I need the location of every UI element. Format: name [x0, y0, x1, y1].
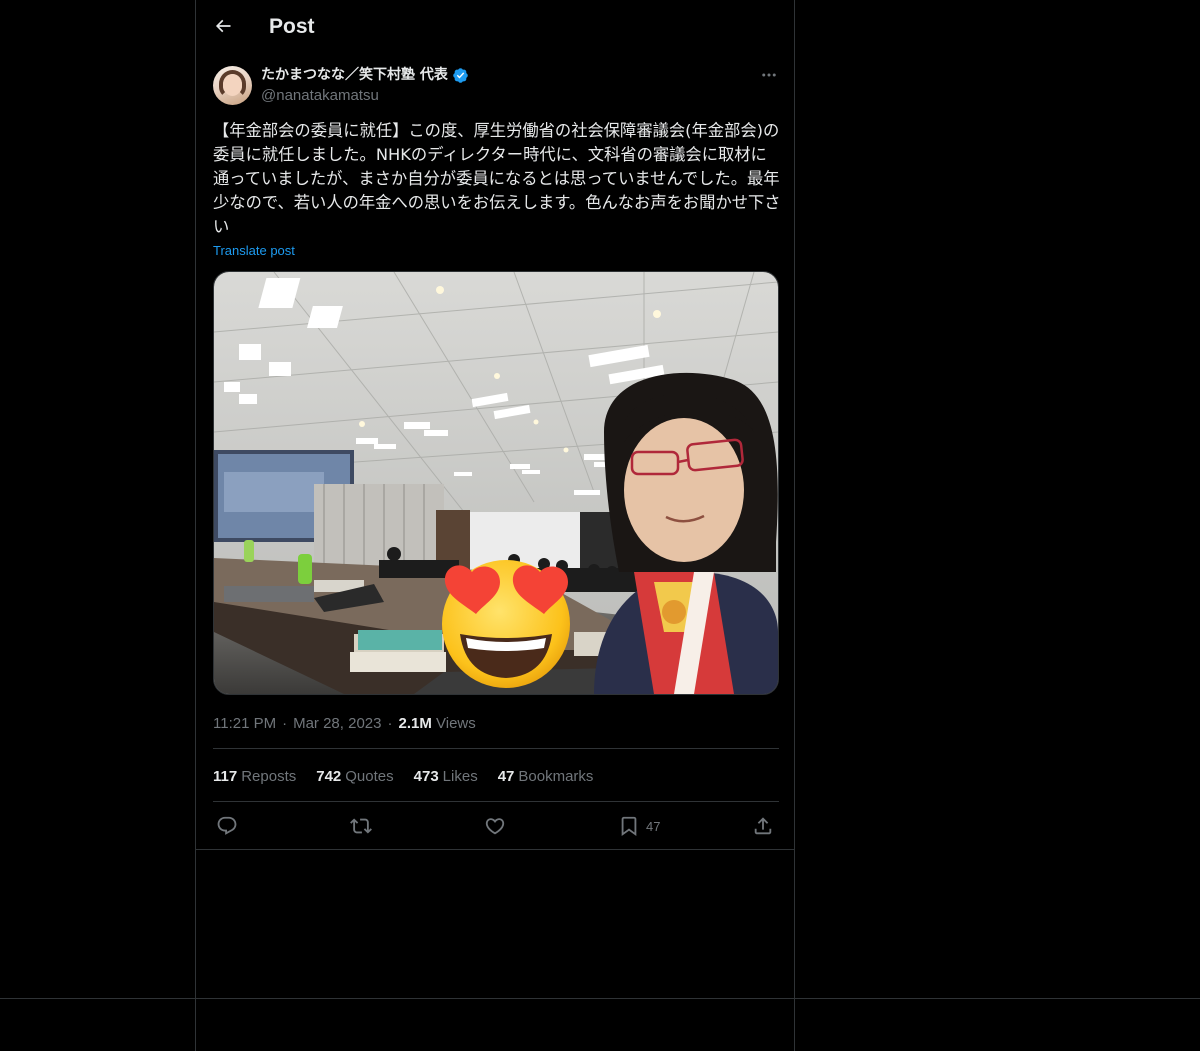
author-name[interactable]: たかまつなな／笑下村塾 代表: [261, 65, 448, 85]
author-handle[interactable]: @nanatakamatsu: [261, 87, 379, 105]
post-meta: 11:21 PM · Mar 28, 2023 · 2.1M Views: [213, 715, 476, 732]
reposts-stat[interactable]: 117 Reposts: [213, 767, 296, 787]
post-time[interactable]: 11:21 PM: [213, 715, 276, 732]
quotes-stat[interactable]: 742 Quotes: [316, 767, 393, 787]
likes-stat[interactable]: 473 Likes: [414, 767, 478, 787]
translate-post-link[interactable]: Translate post: [213, 243, 295, 258]
views-label: Views: [436, 715, 476, 732]
post-text: 【年金部会の委員に就任】この度、厚生労働省の社会保障審議会(年金部会)の委員に就…: [213, 121, 781, 236]
post-date[interactable]: Mar 28, 2023: [293, 715, 381, 732]
reply-button[interactable]: [216, 812, 238, 840]
divider: [213, 801, 779, 802]
back-button[interactable]: [210, 13, 236, 39]
bookmark-icon: [621, 816, 637, 837]
more-dots-icon: [762, 73, 776, 77]
bookmark-count: 47: [646, 818, 661, 834]
avatar[interactable]: [213, 66, 252, 105]
page-bottom-border: [0, 998, 1200, 999]
more-options-button[interactable]: [756, 65, 782, 85]
repost-button[interactable]: [350, 812, 372, 840]
verified-badge-icon: [453, 67, 468, 83]
primary-column: Post たかまつなな／笑下村塾 代表 @nanatakamatsu 【年金部会…: [195, 0, 795, 1051]
views-count: 2.1M: [398, 715, 432, 732]
divider: [213, 748, 779, 749]
divider: [196, 849, 794, 850]
page-title: Post: [269, 15, 315, 38]
page-header: Post: [196, 0, 794, 53]
meeting-room-photo: [214, 272, 778, 694]
share-icon: [754, 817, 772, 835]
reply-icon: [217, 816, 237, 835]
repost-icon: [350, 818, 372, 834]
bookmark-button[interactable]: 47: [618, 812, 660, 840]
like-button[interactable]: [484, 812, 506, 840]
bookmarks-stat[interactable]: 47 Bookmarks: [498, 767, 594, 787]
action-bar: 47: [213, 812, 779, 840]
share-button[interactable]: [752, 812, 774, 840]
author-name-row[interactable]: たかまつなな／笑下村塾 代表: [261, 65, 469, 85]
heart-eyes-emoji: [442, 560, 570, 688]
post-photo[interactable]: [213, 271, 779, 695]
engagement-stats: 117 Reposts 742 Quotes 473 Likes 47 Bookmark…: [213, 767, 593, 787]
arrow-left-icon: [215, 19, 231, 33]
heart-icon: [485, 818, 505, 835]
